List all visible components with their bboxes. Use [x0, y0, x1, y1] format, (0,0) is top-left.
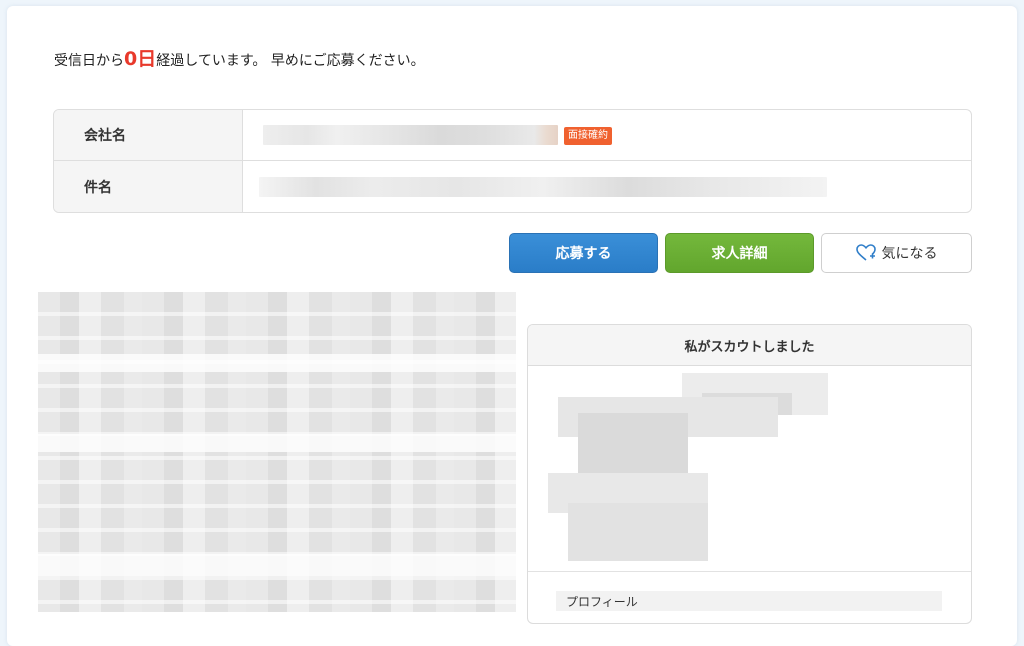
- subject-row: 件名: [54, 161, 971, 212]
- elapsed-days: 0日: [124, 48, 157, 70]
- heart-plus-icon: [855, 244, 876, 261]
- profile-label: プロフィール: [556, 591, 942, 611]
- subject-label: 件名: [54, 161, 243, 212]
- favorite-button-label: 気になる: [881, 246, 938, 262]
- scout-panel: 私がスカウトしました プロフィール: [527, 324, 972, 624]
- job-detail-button-label: 求人詳細: [711, 246, 768, 262]
- scout-divider: [528, 571, 971, 572]
- subject-redacted: [259, 177, 827, 197]
- company-name-redacted: [263, 125, 558, 145]
- company-row: 会社名 面接確約: [54, 110, 971, 161]
- message-body-redacted: [38, 292, 516, 612]
- elapsed-notice: 受信日から0日経過しています。 早めにご応募ください。: [54, 44, 425, 76]
- apply-button-label: 応募する: [555, 246, 612, 262]
- apply-button[interactable]: 応募する: [509, 233, 658, 273]
- company-label: 会社名: [54, 110, 243, 160]
- job-detail-button[interactable]: 求人詳細: [665, 233, 814, 273]
- scout-heading: 私がスカウトしました: [528, 325, 971, 366]
- favorite-button[interactable]: 気になる: [821, 233, 972, 273]
- notice-suffix: 経過しています。 早めにご応募ください。: [156, 53, 425, 69]
- job-info-table: 会社名 面接確約 件名: [53, 109, 972, 213]
- notice-prefix: 受信日から: [54, 53, 124, 69]
- interview-guaranteed-badge: 面接確約: [564, 127, 612, 145]
- scout-photo-redacted: [548, 373, 848, 563]
